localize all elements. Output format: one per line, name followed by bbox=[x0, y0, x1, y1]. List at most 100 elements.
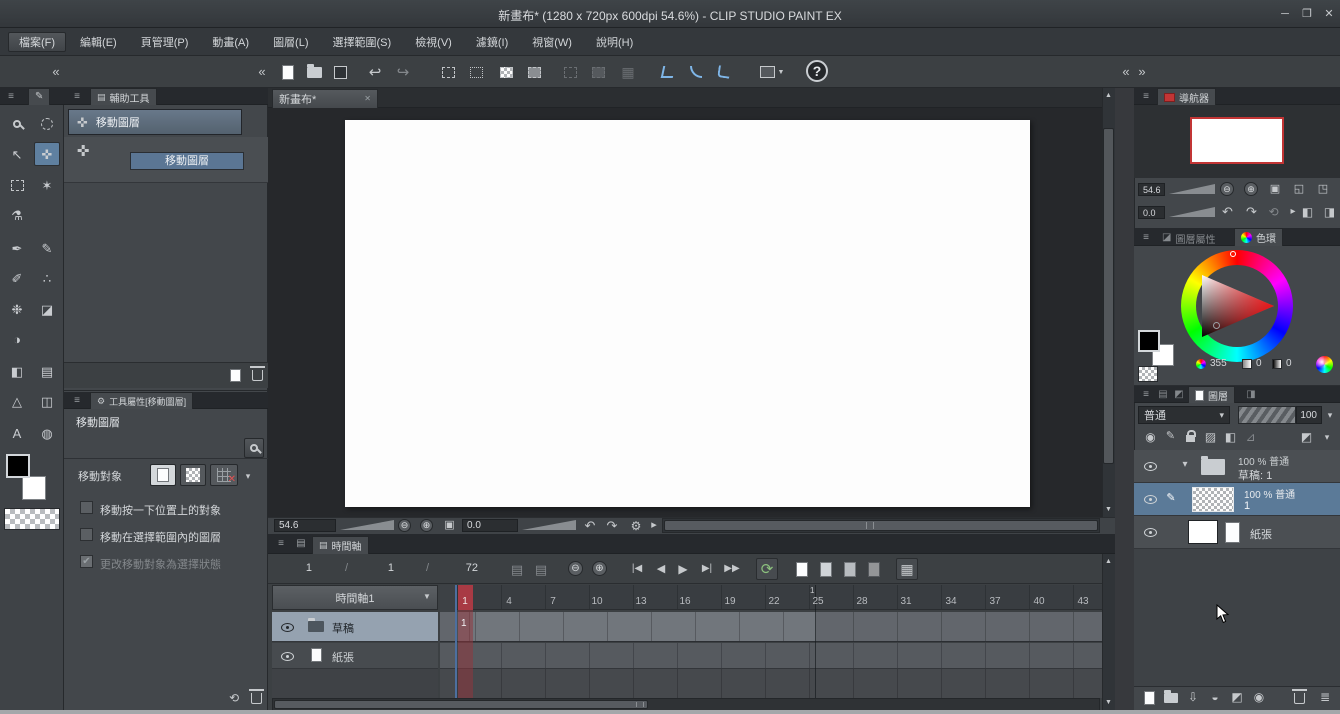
brush-tool[interactable]: ✐ bbox=[4, 266, 30, 290]
timeline-row-draft-header[interactable] bbox=[272, 612, 438, 642]
move-target-more-icon[interactable]: ▾ bbox=[242, 470, 254, 482]
change-target-to-selected-checkbox[interactable]: ✔ bbox=[80, 555, 93, 568]
airbrush-tool[interactable]: ∴ bbox=[34, 266, 60, 290]
navigator-zoom-slider[interactable] bbox=[1169, 184, 1215, 194]
collapse-mid-dock-icon[interactable]: « bbox=[254, 62, 270, 80]
loop-playback-icon[interactable]: ⟳ bbox=[756, 558, 778, 580]
subtool-tab[interactable]: ▤ 輔助工具 bbox=[90, 88, 157, 105]
collapse-left-dock-icon[interactable]: « bbox=[48, 62, 64, 80]
invert-selection-icon[interactable] bbox=[496, 63, 516, 81]
reset-tool-settings-icon[interactable]: ⟲ bbox=[226, 690, 242, 706]
navigator-rotation-slider[interactable] bbox=[1169, 207, 1215, 217]
navigator-reset-rotation-icon[interactable]: ⟲ bbox=[1266, 204, 1281, 219]
apply-mask-icon[interactable]: ◉ bbox=[1250, 688, 1268, 706]
cel-1-visibility-icon[interactable] bbox=[1142, 493, 1158, 505]
subtool-item-move-layer[interactable]: ✜ 移動圖層 bbox=[68, 109, 242, 135]
subtool-menu-icon[interactable]: ≡ bbox=[70, 90, 84, 103]
layer-color-icon[interactable]: ◩ bbox=[1298, 428, 1315, 445]
play-icon[interactable]: ▶ bbox=[674, 560, 692, 578]
new-folder-icon[interactable] bbox=[1162, 689, 1180, 707]
clip-at-layer-icon[interactable]: ◉ bbox=[1142, 428, 1159, 445]
merge-layer-icon[interactable]: ◒ bbox=[1206, 688, 1224, 706]
prev-frame-icon[interactable]: ◀ bbox=[652, 560, 670, 578]
tool-palette-tab[interactable]: ✎ bbox=[28, 88, 51, 105]
layer-row-draft-folder[interactable] bbox=[1134, 450, 1340, 483]
selection-launcher-icon[interactable] bbox=[524, 63, 544, 81]
timeline-cel-bar[interactable] bbox=[458, 612, 816, 641]
hue-cursor[interactable] bbox=[1230, 251, 1236, 257]
canvas-page[interactable] bbox=[345, 120, 1030, 507]
delete-layer-icon[interactable] bbox=[1290, 687, 1308, 705]
gradient-tool[interactable]: ▤ bbox=[34, 359, 60, 383]
pencil-tool[interactable]: ✎ bbox=[34, 236, 60, 260]
grid-view-icon[interactable]: ▦ bbox=[618, 62, 638, 82]
navigator-flip-horizontal-icon[interactable]: ◧ bbox=[1300, 204, 1315, 219]
menu-view[interactable]: 檢視(V) bbox=[405, 34, 462, 50]
menu-page[interactable]: 頁管理(P) bbox=[131, 34, 199, 50]
tool-property-tab[interactable]: ⚙ 工具屬性[移動圖層] bbox=[90, 392, 194, 409]
lock-transparent-pixels-icon[interactable]: ▨ bbox=[1202, 428, 1219, 445]
document-tab[interactable]: 新畫布* ✕ bbox=[272, 89, 378, 108]
navigator-zoom-out-icon[interactable]: ⊖ bbox=[1220, 182, 1234, 196]
paper-layer-thumbnail[interactable] bbox=[1188, 520, 1218, 544]
minimize-button[interactable]: ─ bbox=[1276, 6, 1294, 22]
move-layer-tool[interactable]: ✜ bbox=[34, 142, 60, 166]
navigator-thumbnail[interactable] bbox=[1190, 117, 1284, 164]
delete-cel-icon[interactable] bbox=[864, 560, 884, 578]
color-panel-menu-icon[interactable]: ≡ bbox=[1139, 231, 1153, 244]
replace-cel-icon[interactable] bbox=[840, 560, 860, 578]
tool-property-trash-icon[interactable] bbox=[248, 688, 264, 704]
tool-palette-menu-icon[interactable]: ≡ bbox=[4, 90, 18, 103]
collapse-right-dock-icon[interactable]: « bbox=[1119, 62, 1133, 80]
onion-skin-icon[interactable]: ▦ bbox=[896, 558, 918, 580]
move-target-grid-button[interactable]: ✕ bbox=[210, 464, 238, 486]
pen-tool[interactable]: ✒ bbox=[4, 236, 30, 260]
main-color-swatch[interactable] bbox=[6, 454, 30, 478]
navigator-fit-area-icon[interactable]: ◳ bbox=[1316, 182, 1330, 196]
draft-folder-visibility-icon[interactable] bbox=[1142, 460, 1158, 472]
document-tab-close-icon[interactable]: ✕ bbox=[364, 95, 371, 103]
navigator-rotate-left-icon[interactable]: ↶ bbox=[1220, 204, 1235, 219]
close-button[interactable]: ✕ bbox=[1320, 6, 1338, 22]
blend-mode-dropdown[interactable]: 普通 ▾ bbox=[1138, 406, 1230, 424]
timeline-end-frame[interactable]: 72 bbox=[460, 562, 478, 574]
eyedropper-tool[interactable]: ⚗ bbox=[4, 203, 30, 227]
timeline-track-paper[interactable] bbox=[440, 643, 1102, 669]
save-file-icon[interactable] bbox=[330, 63, 350, 81]
help-icon[interactable]: ? bbox=[806, 60, 828, 82]
move-target-transparent-button[interactable] bbox=[180, 464, 206, 486]
timeline-start-frame[interactable]: 1 bbox=[382, 562, 394, 574]
lock-layer-icon[interactable] bbox=[1182, 426, 1199, 445]
menu-layer[interactable]: 圖層(L) bbox=[263, 34, 318, 50]
layer-panel-menu-icon[interactable]: ≡ bbox=[1139, 388, 1153, 401]
operate-tool[interactable]: ↖ bbox=[4, 142, 30, 166]
opacity-value[interactable]: 100 bbox=[1296, 406, 1322, 424]
navigator-rotation-value[interactable]: 0.0 bbox=[1138, 206, 1165, 219]
navigator-zoom-value[interactable]: 54.6 bbox=[1138, 183, 1165, 196]
timeline-current-frame[interactable]: 1 bbox=[294, 562, 312, 574]
canvas-zoom-value[interactable]: 54.6 bbox=[274, 519, 336, 532]
canvas-rotation-value[interactable]: 0.0 bbox=[462, 519, 518, 532]
zoom-tool[interactable] bbox=[4, 112, 30, 136]
ruler-layer-icon[interactable]: ⊿ bbox=[1242, 428, 1259, 445]
move-target-layer-button[interactable] bbox=[150, 464, 176, 486]
navigator-actual-size-icon[interactable]: ▣ bbox=[1268, 182, 1282, 196]
paper-visibility-icon[interactable] bbox=[279, 650, 295, 662]
navigator-tab[interactable]: 導航器 bbox=[1157, 88, 1216, 105]
timeline-zoom-out-icon[interactable]: ⊖ bbox=[568, 561, 583, 576]
timeline-row-paper-header[interactable] bbox=[272, 643, 438, 669]
navigator-zoom-in-icon[interactable]: ⊕ bbox=[1244, 182, 1258, 196]
assign-cel-icon[interactable] bbox=[816, 560, 836, 578]
next-frame-icon[interactable]: ▶| bbox=[696, 560, 718, 578]
skip-to-end-icon[interactable]: ▶▶ bbox=[720, 560, 744, 578]
canvas-zoom-in-icon[interactable]: ⊕ bbox=[420, 519, 433, 532]
color-wheel-tab[interactable]: 色環 bbox=[1234, 228, 1283, 246]
decoration-tool[interactable]: ❉ bbox=[4, 297, 30, 321]
color-main-swatch[interactable] bbox=[1138, 330, 1160, 352]
reference-layer-icon[interactable]: ✎ bbox=[1162, 428, 1179, 445]
new-file-icon[interactable] bbox=[278, 63, 298, 81]
opacity-caret-icon[interactable]: ▾ bbox=[1324, 409, 1336, 421]
balloon-tool[interactable]: ◍ bbox=[34, 421, 60, 445]
deselect-icon[interactable] bbox=[438, 63, 458, 81]
canvas-rotation-slider[interactable] bbox=[522, 520, 576, 530]
